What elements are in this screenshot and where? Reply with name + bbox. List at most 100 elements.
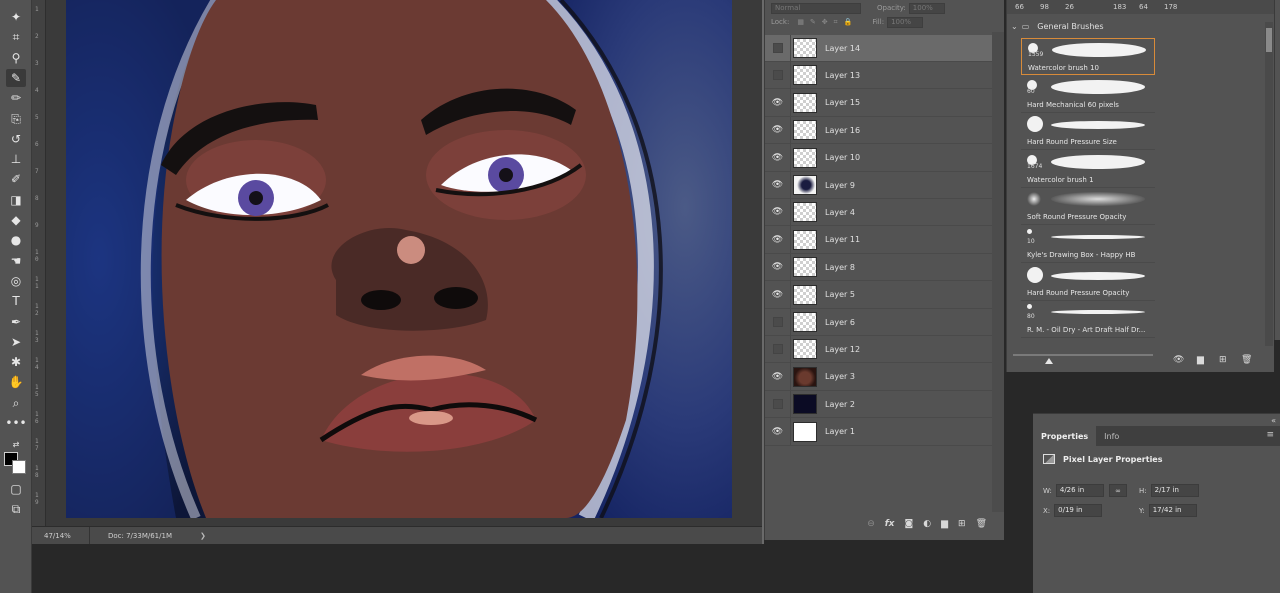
brush-preset[interactable]: 60 Hard Mechanical 60 pixels [1021, 76, 1155, 113]
visibility-eye-icon[interactable]: 👁 [765, 198, 791, 226]
new-layer-icon[interactable]: ⊞ [958, 519, 966, 529]
brush-size-1[interactable]: 66 [1015, 3, 1024, 11]
layer-row[interactable]: Layer 14 [765, 34, 992, 62]
blend-mode-select[interactable]: Normal [771, 2, 861, 14]
tab-info[interactable]: Info [1096, 426, 1127, 446]
artwork-canvas[interactable] [66, 0, 732, 518]
brush-size-3[interactable]: 26 [1065, 3, 1074, 11]
brush-size-5[interactable]: 64 [1139, 3, 1148, 11]
layer-row[interactable]: 👁 Layer 16 [765, 116, 992, 145]
fx-icon[interactable]: fx [885, 519, 895, 529]
pencil-icon[interactable]: ✏ [6, 89, 26, 107]
brush-folder-general[interactable]: ⌄ ▭ General Brushes [1007, 18, 1269, 34]
visibility-eye-icon[interactable]: 👁 [765, 89, 791, 117]
brush-preset[interactable]: 80 R. M. - Oil Dry - Art Draft Half Dr... [1021, 301, 1155, 339]
y-input[interactable]: 17/42 in [1148, 504, 1197, 517]
visibility-eye-icon[interactable]: 👁 [765, 144, 791, 172]
eraser-icon[interactable]: ◨ [6, 191, 26, 209]
magic-wand-icon[interactable]: ✦ [6, 8, 26, 26]
opacity-field[interactable]: 100% [908, 2, 945, 14]
visibility-eye-icon[interactable]: 👁 [765, 171, 791, 199]
clone-icon[interactable]: ⎘ [6, 110, 26, 128]
path-select-icon[interactable]: ➤ [6, 333, 26, 351]
screen-mode-icon[interactable]: ⧉ [6, 500, 26, 518]
trash-icon[interactable]: 🗑 [1241, 355, 1252, 365]
layer-row[interactable]: 👁 Layer 11 [765, 226, 992, 254]
mask-icon[interactable]: ◙ [905, 519, 914, 529]
crop-icon[interactable]: ⌗ [6, 28, 26, 46]
brush-preset[interactable]: Soft Round Pressure Opacity [1021, 188, 1155, 226]
visibility-eye-icon[interactable]: 👁 [765, 363, 791, 391]
layer-row[interactable]: 👁 Layer 1 [765, 418, 992, 446]
brush-icon[interactable]: ✎ [6, 68, 26, 87]
brush-preset[interactable]: 1674 Watercolor brush 1 [1021, 151, 1155, 188]
hand-icon[interactable]: ✋ [6, 373, 26, 391]
brush-size-6[interactable]: 178 [1164, 3, 1177, 11]
layer-row[interactable]: 👁 Layer 3 [765, 363, 992, 391]
adjustment-icon[interactable]: ◐ [923, 519, 931, 529]
brush-preset[interactable]: Hard Round Pressure Opacity [1021, 264, 1155, 301]
paint-bucket-icon[interactable]: ◆ [6, 211, 26, 229]
history-brush-icon[interactable]: ↺ [6, 130, 26, 148]
width-input[interactable]: 4/26 in [1055, 484, 1104, 497]
status-menu-arrow[interactable]: ❯ [200, 532, 206, 540]
brush-size-2[interactable]: 98 [1040, 3, 1049, 11]
zoom-icon[interactable]: ⌕ [6, 394, 26, 412]
folder-icon[interactable]: ▆ [941, 519, 948, 529]
visibility-eye-icon[interactable]: 👁 [765, 253, 791, 281]
layer-row[interactable]: Layer 12 [765, 335, 992, 364]
folder-icon[interactable]: ▆ [1197, 355, 1204, 365]
lock-icons[interactable]: ▦✎✥⌗🔒 [797, 18, 858, 27]
visibility-eye-icon[interactable]: 👁 [765, 418, 791, 446]
layer-row[interactable]: Layer 6 [765, 308, 992, 336]
visibility-eye-icon[interactable]: 👁 [765, 226, 791, 254]
visibility-eye-icon[interactable]: 👁 [765, 116, 791, 144]
visibility-eye-icon[interactable] [765, 34, 791, 62]
visibility-eye-icon[interactable] [765, 308, 791, 336]
background-color-swatch[interactable] [12, 460, 26, 474]
tab-properties[interactable]: Properties [1033, 426, 1097, 446]
layer-row[interactable]: 👁 Layer 15 [765, 89, 992, 117]
fill-field[interactable]: 100% [887, 16, 924, 28]
visibility-eye-icon[interactable] [765, 390, 791, 418]
brush-size-4[interactable]: 183 [1113, 3, 1126, 11]
layer-row[interactable]: Layer 2 [765, 390, 992, 419]
stamp-icon[interactable]: ⊥ [6, 150, 26, 168]
link-icon[interactable]: ⊖ [867, 519, 875, 529]
visibility-eye-icon[interactable]: 👁 [765, 281, 791, 309]
more-tools-icon[interactable]: ••• [5, 414, 26, 432]
swap-colors-icon[interactable]: ⇄ [6, 436, 26, 454]
height-input[interactable]: 2/17 in [1150, 484, 1199, 497]
layer-row[interactable]: 👁 Layer 10 [765, 144, 992, 172]
visibility-eye-icon[interactable] [765, 61, 791, 89]
smudge-brush-icon[interactable]: ✐ [6, 170, 26, 188]
zoom-level[interactable]: 47/14% [32, 527, 90, 544]
brush-preset[interactable]: 1559 Watercolor brush 10 [1021, 38, 1155, 75]
chain-link-icon[interactable]: ∞ [1109, 484, 1127, 497]
sponge-icon[interactable]: ◎ [6, 272, 26, 290]
eyedropper-icon[interactable]: ⚲ [6, 49, 26, 67]
layer-row[interactable]: 👁 Layer 8 [765, 253, 992, 282]
quick-mask-icon[interactable]: ▢ [6, 480, 26, 498]
smudge-icon[interactable]: ☚ [6, 252, 26, 270]
brush-preset[interactable]: 10 Kyle's Drawing Box - Happy HB [1021, 226, 1155, 263]
trash-icon[interactable]: 🗑 [976, 519, 987, 529]
link-dimensions[interactable]: ∞ [1109, 484, 1127, 497]
pen-icon[interactable]: ✒ [6, 313, 26, 331]
brush-preset[interactable]: Hard Round Pressure Size [1021, 113, 1155, 151]
eye-toggle-icon[interactable]: 👁 [1173, 355, 1184, 365]
blur-drop-icon[interactable]: ● [6, 231, 26, 249]
visibility-eye-icon[interactable] [765, 335, 791, 363]
brushes-scrollbar[interactable] [1265, 22, 1273, 346]
layers-scrollbar[interactable] [992, 32, 1004, 512]
panel-menu-icon[interactable]: ≡ [1266, 430, 1274, 440]
x-input[interactable]: 0/19 in [1054, 504, 1103, 517]
layer-row[interactable]: 👁 Layer 9 [765, 171, 992, 199]
type-icon[interactable]: T [6, 292, 26, 310]
new-brush-icon[interactable]: ⊞ [1219, 355, 1227, 365]
custom-shape-icon[interactable]: ✱ [6, 353, 26, 371]
layer-row[interactable]: 👁 Layer 4 [765, 198, 992, 227]
layer-row[interactable]: Layer 13 [765, 61, 992, 90]
brushes-scroll-thumb[interactable] [1266, 28, 1272, 52]
layer-row[interactable]: 👁 Layer 5 [765, 281, 992, 309]
